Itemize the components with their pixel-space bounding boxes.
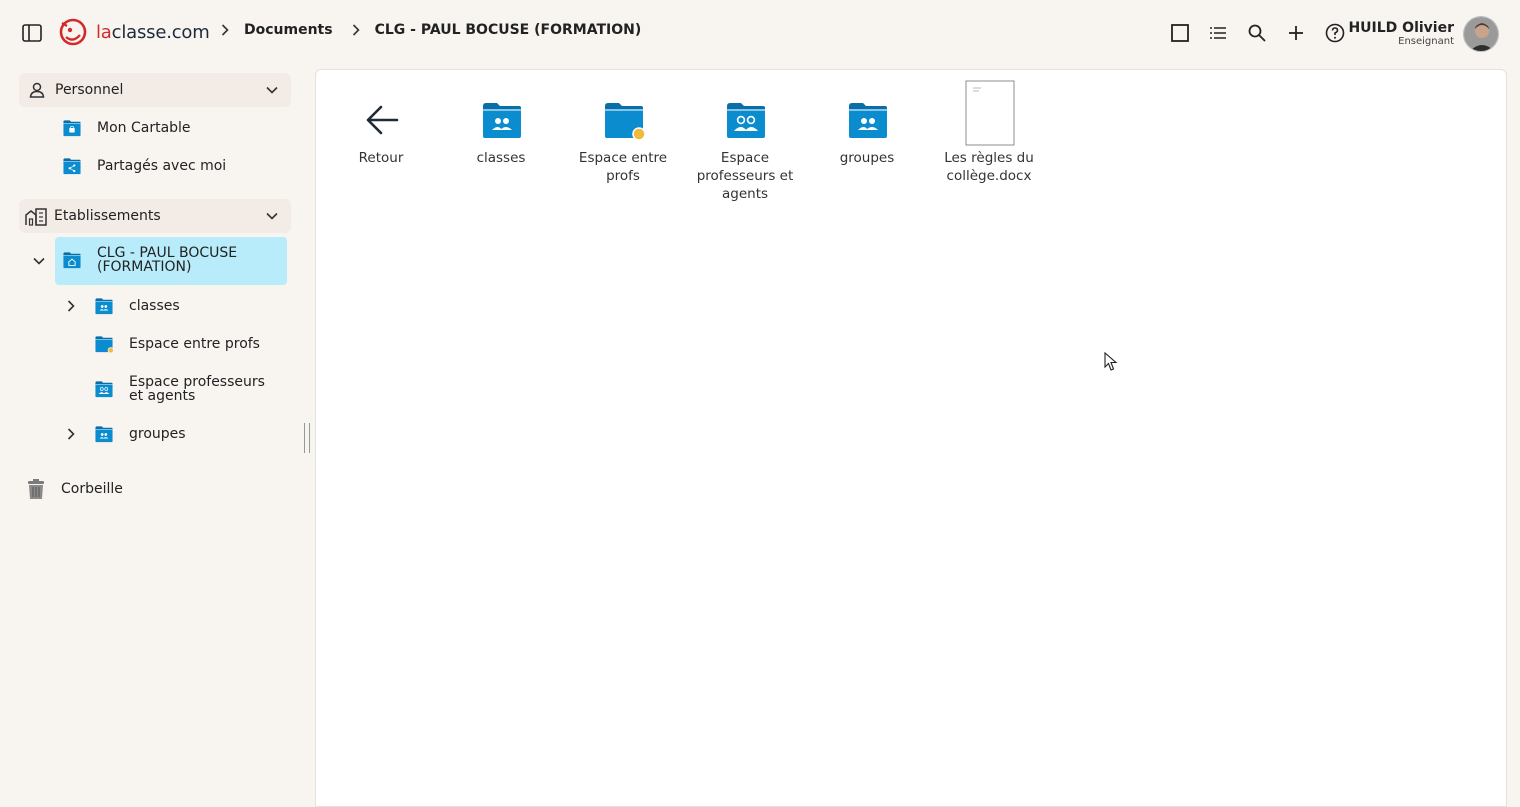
file-browser-panel [315, 69, 1507, 807]
user-name: HUILD Olivier [1348, 20, 1454, 36]
tile-label: Espace entre profs [578, 150, 668, 184]
logo-text: laclasse.com [96, 21, 210, 43]
sidebar-item-label: Espace professeurs et agents [129, 374, 265, 404]
expand-chevron-icon[interactable] [64, 299, 78, 313]
group-folder-icon [94, 297, 114, 315]
briefcase-folder-icon [62, 119, 82, 137]
sidebar-item-corbeille[interactable]: Corbeille [25, 478, 123, 500]
chevron-down-icon [265, 209, 279, 223]
tile-label: Espace professeurs et agents [696, 150, 794, 202]
sidebar-item-label: Corbeille [61, 481, 123, 497]
user-icon [29, 82, 45, 98]
tile-label: classes [476, 150, 526, 166]
group-folder-icon [847, 100, 889, 140]
tile-label: Les règles du collège.docx [944, 150, 1034, 184]
sidebar-item-label: CLG - PAUL BOCUSE (FORMATION) [97, 245, 238, 275]
sidebar-item-classes[interactable]: classes [94, 297, 180, 315]
sidebar-section-label: Personnel [55, 82, 124, 98]
help-icon[interactable] [1325, 23, 1345, 43]
sidebar-item-label: Espace entre profs [129, 336, 260, 352]
sidebar-section-etablissements[interactable]: Etablissements [19, 199, 291, 233]
folder-dot-icon [603, 100, 645, 140]
shared-folder-icon [62, 157, 82, 175]
logo-mark-icon [59, 18, 87, 46]
collapse-chevron-icon[interactable] [32, 254, 46, 268]
people-folder-icon [94, 380, 114, 398]
user-role: Enseignant [1398, 36, 1454, 47]
list-view-icon[interactable] [1208, 23, 1228, 43]
breadcrumb-documents[interactable]: Documents [244, 22, 333, 38]
sidebar-item-label: Mon Cartable [97, 120, 191, 136]
search-icon[interactable] [1247, 23, 1267, 43]
plus-icon[interactable] [1286, 23, 1306, 43]
sidebar-item-label: Partagés avec moi [97, 158, 227, 174]
chevron-right-icon [218, 23, 232, 37]
folder-dot-icon [94, 335, 114, 353]
school-folder-icon [62, 251, 82, 269]
user-info[interactable]: HUILD Olivier Enseignant [1348, 20, 1454, 48]
sidebar-item-label: classes [129, 298, 180, 314]
sidebar-item-mon-cartable[interactable]: Mon Cartable [62, 119, 191, 137]
expand-chevron-icon[interactable] [64, 427, 78, 441]
trash-icon [28, 479, 44, 499]
tile-label: Retour [358, 150, 404, 166]
chevron-right-icon [349, 23, 363, 37]
sidebar-item-label: groupes [129, 426, 186, 442]
chevron-down-icon [265, 83, 279, 97]
document-icon [965, 80, 1015, 146]
sidebar-resize-handle[interactable] [304, 423, 310, 453]
sidebar-item-espace-professeurs[interactable]: Espace professeurs et agents [94, 375, 279, 403]
sidebar-item-partages[interactable]: Partagés avec moi [62, 157, 226, 175]
breadcrumb-current[interactable]: CLG - PAUL BOCUSE (FORMATION) [375, 22, 642, 38]
avatar-image [1464, 17, 1498, 51]
people-folder-icon [725, 100, 767, 140]
school-building-icon [25, 208, 47, 226]
sidebar-item-clg-paul-bocuse[interactable]: CLG - PAUL BOCUSE (FORMATION) [62, 246, 282, 274]
avatar[interactable] [1463, 16, 1499, 52]
tile-label: groupes [839, 150, 895, 166]
sidebar-toggle-icon[interactable] [22, 24, 42, 42]
breadcrumb: Documents CLG - PAUL BOCUSE (FORMATION) [218, 22, 657, 38]
group-folder-icon [94, 425, 114, 443]
mouse-cursor-icon [1104, 352, 1118, 371]
sidebar-item-groupes[interactable]: groupes [94, 425, 186, 443]
sidebar-section-label: Etablissements [54, 208, 161, 224]
app-header: laclasse.com Documents CLG - PAUL BOCUSE… [0, 0, 1520, 66]
sidebar-section-personnel[interactable]: Personnel [19, 73, 291, 107]
sidebar-item-espace-entre-profs[interactable]: Espace entre profs [94, 335, 260, 353]
square-view-icon[interactable] [1170, 23, 1190, 43]
group-folder-icon [481, 100, 523, 140]
logo[interactable]: laclasse.com [58, 17, 210, 47]
back-arrow-icon [366, 105, 399, 135]
